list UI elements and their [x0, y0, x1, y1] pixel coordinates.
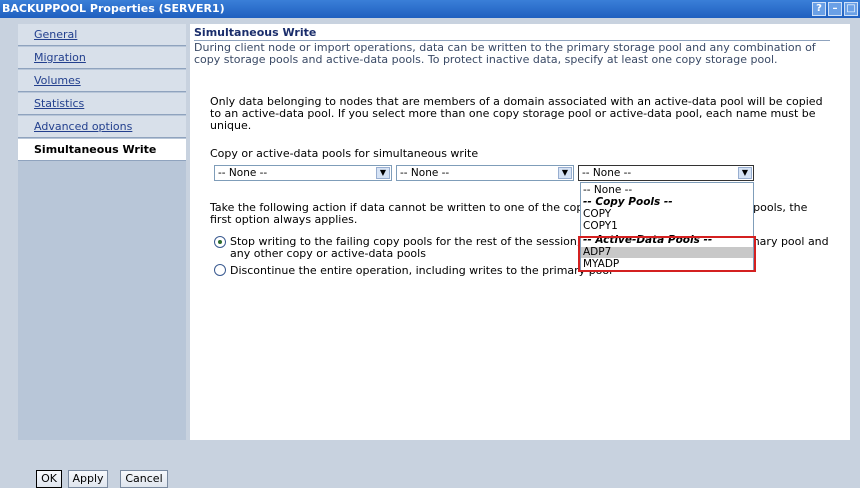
pool-select-1-value: -- None --: [218, 167, 268, 179]
dropdown-item-copy1[interactable]: COPY1: [581, 221, 753, 232]
highlight-annotation: [578, 236, 756, 272]
radio-discontinue[interactable]: [214, 264, 226, 276]
dropdown-item-none[interactable]: -- None --: [581, 185, 753, 196]
pool-select-3[interactable]: -- None -- ▼: [578, 165, 754, 181]
dropdown-item-copy[interactable]: COPY: [581, 209, 753, 220]
help-icon[interactable]: ?: [812, 2, 826, 16]
sidebar-item-simultaneous-write[interactable]: Simultaneous Write: [18, 139, 186, 161]
dropdown-group-copy-pools: -- Copy Pools --: [583, 196, 673, 208]
pool-select-3-value: -- None --: [582, 167, 632, 179]
radio-stop-writing[interactable]: [214, 236, 226, 248]
chevron-down-icon[interactable]: ▼: [376, 167, 390, 179]
chevron-down-icon[interactable]: ▼: [558, 167, 572, 179]
maximize-icon[interactable]: □: [844, 2, 858, 16]
section-heading: Simultaneous Write: [194, 26, 317, 39]
title-bar: BACKUPPOOL Properties (SERVER1) ? – □: [0, 0, 860, 18]
pool-select-2-value: -- None --: [400, 167, 450, 179]
sidebar-item-advanced-options[interactable]: Advanced options: [18, 116, 186, 138]
sidebar-item-volumes[interactable]: Volumes: [18, 70, 186, 92]
pools-label: Copy or active-data pools for simultaneo…: [210, 147, 479, 160]
ok-button[interactable]: OK: [36, 470, 62, 488]
pool-select-2[interactable]: -- None -- ▼: [396, 165, 574, 181]
sidebar: General Migration Volumes Statistics Adv…: [18, 24, 186, 440]
pool-select-1[interactable]: -- None -- ▼: [214, 165, 392, 181]
section-intro: During client node or import operations,…: [194, 41, 816, 66]
cancel-button[interactable]: Cancel: [120, 470, 168, 488]
sidebar-item-statistics[interactable]: Statistics: [18, 93, 186, 115]
domain-note: Only data belonging to nodes that are me…: [210, 95, 823, 132]
button-bar: OK Apply Cancel: [18, 442, 850, 488]
apply-button[interactable]: Apply: [68, 470, 108, 488]
chevron-down-icon[interactable]: ▼: [738, 167, 752, 179]
minimize-icon[interactable]: –: [828, 2, 842, 16]
sidebar-item-migration[interactable]: Migration: [18, 47, 186, 69]
window-title: BACKUPPOOL Properties (SERVER1): [2, 2, 225, 15]
sidebar-item-general[interactable]: General: [18, 24, 186, 46]
